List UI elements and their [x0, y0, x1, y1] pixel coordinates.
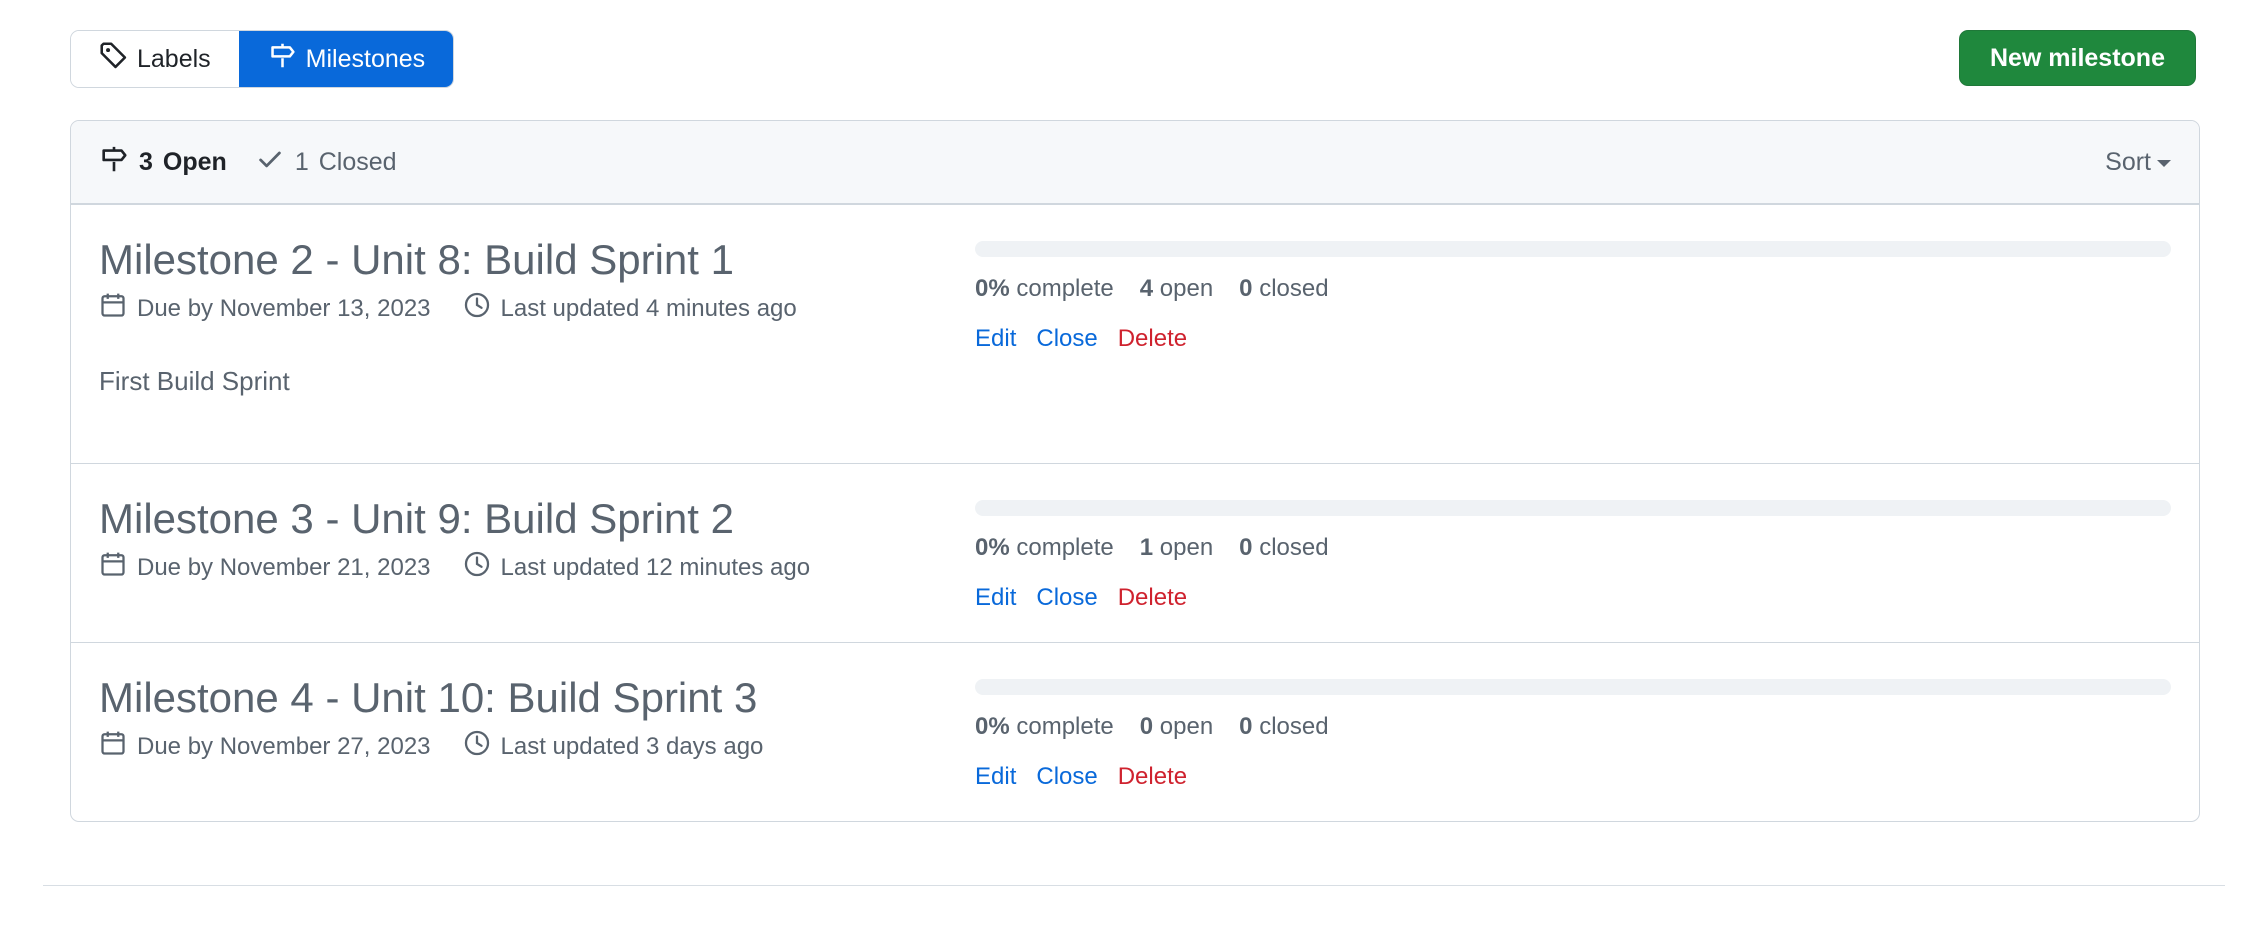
milestone-stats: 0% complete 1 open 0 closed — [975, 534, 2171, 562]
closed-label: Closed — [318, 147, 397, 176]
milestone-last-updated: Last updated 3 days ago — [500, 732, 764, 760]
calendar-icon — [99, 550, 127, 585]
open-count: 3 — [139, 147, 153, 176]
milestone-info: Milestone 4 - Unit 10: Build Sprint 3 Du… — [99, 673, 939, 764]
milestone-title[interactable]: Milestone 2 - Unit 8: Build Sprint 1 — [99, 235, 939, 285]
milestone-progress-section: 0% complete 0 open 0 closed Edit Close D… — [975, 679, 2171, 791]
milestone-meta: Due by November 21, 2023 Last updated 12… — [99, 550, 939, 585]
delete-link[interactable]: Delete — [1118, 584, 1187, 612]
edit-link[interactable]: Edit — [975, 584, 1016, 612]
open-milestones-filter[interactable]: 3 Open — [99, 144, 227, 181]
milestone-icon — [268, 41, 297, 77]
clock-icon — [463, 729, 491, 764]
close-link[interactable]: Close — [1036, 584, 1097, 612]
labels-milestones-subnav: Labels Milestones — [70, 30, 455, 88]
delete-link[interactable]: Delete — [1118, 325, 1187, 353]
milestones-tab-label: Milestones — [305, 44, 426, 73]
closed-milestones-filter[interactable]: 1 Closed — [255, 144, 397, 181]
milestone-actions: Edit Close Delete — [975, 584, 2171, 612]
milestone-actions: Edit Close Delete — [975, 763, 2171, 791]
milestone-info: Milestone 3 - Unit 9: Build Sprint 2 Due… — [99, 494, 939, 585]
tag-icon — [99, 41, 128, 77]
closed-issues-count: 0 closed — [1239, 534, 1329, 561]
clock-icon — [463, 550, 491, 585]
caret-down-icon — [2157, 160, 2171, 167]
progress-bar — [975, 679, 2171, 695]
milestone-meta: Due by November 13, 2023 Last updated 4 … — [99, 291, 939, 326]
milestone-item: Milestone 2 - Unit 8: Build Sprint 1 Due… — [71, 204, 2199, 463]
milestone-meta: Due by November 27, 2023 Last updated 3 … — [99, 729, 939, 764]
milestones-list: 3 Open 1 Closed Sort Milestone 2 - Unit — [70, 120, 2200, 822]
close-link[interactable]: Close — [1036, 763, 1097, 791]
percent-complete: 0% complete — [975, 534, 1114, 561]
sort-label: Sort — [2105, 147, 2151, 176]
closed-issues-count: 0 closed — [1239, 275, 1329, 302]
delete-link[interactable]: Delete — [1118, 763, 1187, 791]
sort-dropdown[interactable]: Sort — [2105, 121, 2171, 203]
milestone-item: Milestone 3 - Unit 9: Build Sprint 2 Due… — [71, 463, 2199, 642]
milestone-last-updated: Last updated 4 minutes ago — [500, 294, 797, 322]
progress-bar — [975, 500, 2171, 516]
milestone-description: First Build Sprint — [99, 366, 290, 396]
milestone-due-date: Due by November 13, 2023 — [137, 294, 431, 322]
progress-bar — [975, 241, 2171, 257]
calendar-icon — [99, 729, 127, 764]
open-label: Open — [162, 147, 227, 176]
footer-divider — [43, 885, 2225, 886]
milestone-title[interactable]: Milestone 4 - Unit 10: Build Sprint 3 — [99, 673, 939, 723]
milestone-item: Milestone 4 - Unit 10: Build Sprint 3 Du… — [71, 642, 2199, 821]
milestone-due-date: Due by November 21, 2023 — [137, 553, 431, 581]
percent-complete: 0% complete — [975, 275, 1114, 302]
edit-link[interactable]: Edit — [975, 763, 1016, 791]
milestone-progress-section: 0% complete 1 open 0 closed Edit Close D… — [975, 500, 2171, 612]
close-link[interactable]: Close — [1036, 325, 1097, 353]
open-issues-count: 4 open — [1139, 275, 1214, 302]
milestones-list-header: 3 Open 1 Closed Sort — [71, 121, 2199, 204]
milestones-tab[interactable]: Milestones — [238, 31, 454, 87]
closed-count: 1 — [294, 147, 309, 176]
milestone-title[interactable]: Milestone 3 - Unit 9: Build Sprint 2 — [99, 494, 939, 544]
labels-tab-label: Labels — [137, 44, 211, 73]
milestone-progress-section: 0% complete 4 open 0 closed Edit Close D… — [975, 241, 2171, 353]
milestones-page: Labels Milestones New milestone 3 Open 1… — [0, 0, 2262, 940]
open-issues-count: 0 open — [1139, 713, 1214, 740]
percent-complete: 0% complete — [975, 713, 1114, 740]
milestone-stats: 0% complete 0 open 0 closed — [975, 713, 2171, 741]
edit-link[interactable]: Edit — [975, 325, 1016, 353]
check-icon — [255, 144, 285, 181]
milestone-icon — [99, 144, 129, 181]
clock-icon — [463, 291, 491, 326]
open-issues-count: 1 open — [1139, 534, 1214, 561]
milestone-info: Milestone 2 - Unit 8: Build Sprint 1 Due… — [99, 235, 939, 397]
milestone-stats: 0% complete 4 open 0 closed — [975, 275, 2171, 303]
new-milestone-button[interactable]: New milestone — [1958, 30, 2196, 86]
milestone-actions: Edit Close Delete — [975, 325, 2171, 353]
milestone-last-updated: Last updated 12 minutes ago — [500, 553, 811, 581]
labels-tab[interactable]: Labels — [71, 31, 239, 87]
closed-issues-count: 0 closed — [1239, 713, 1329, 740]
milestone-due-date: Due by November 27, 2023 — [137, 732, 431, 760]
calendar-icon — [99, 291, 127, 326]
